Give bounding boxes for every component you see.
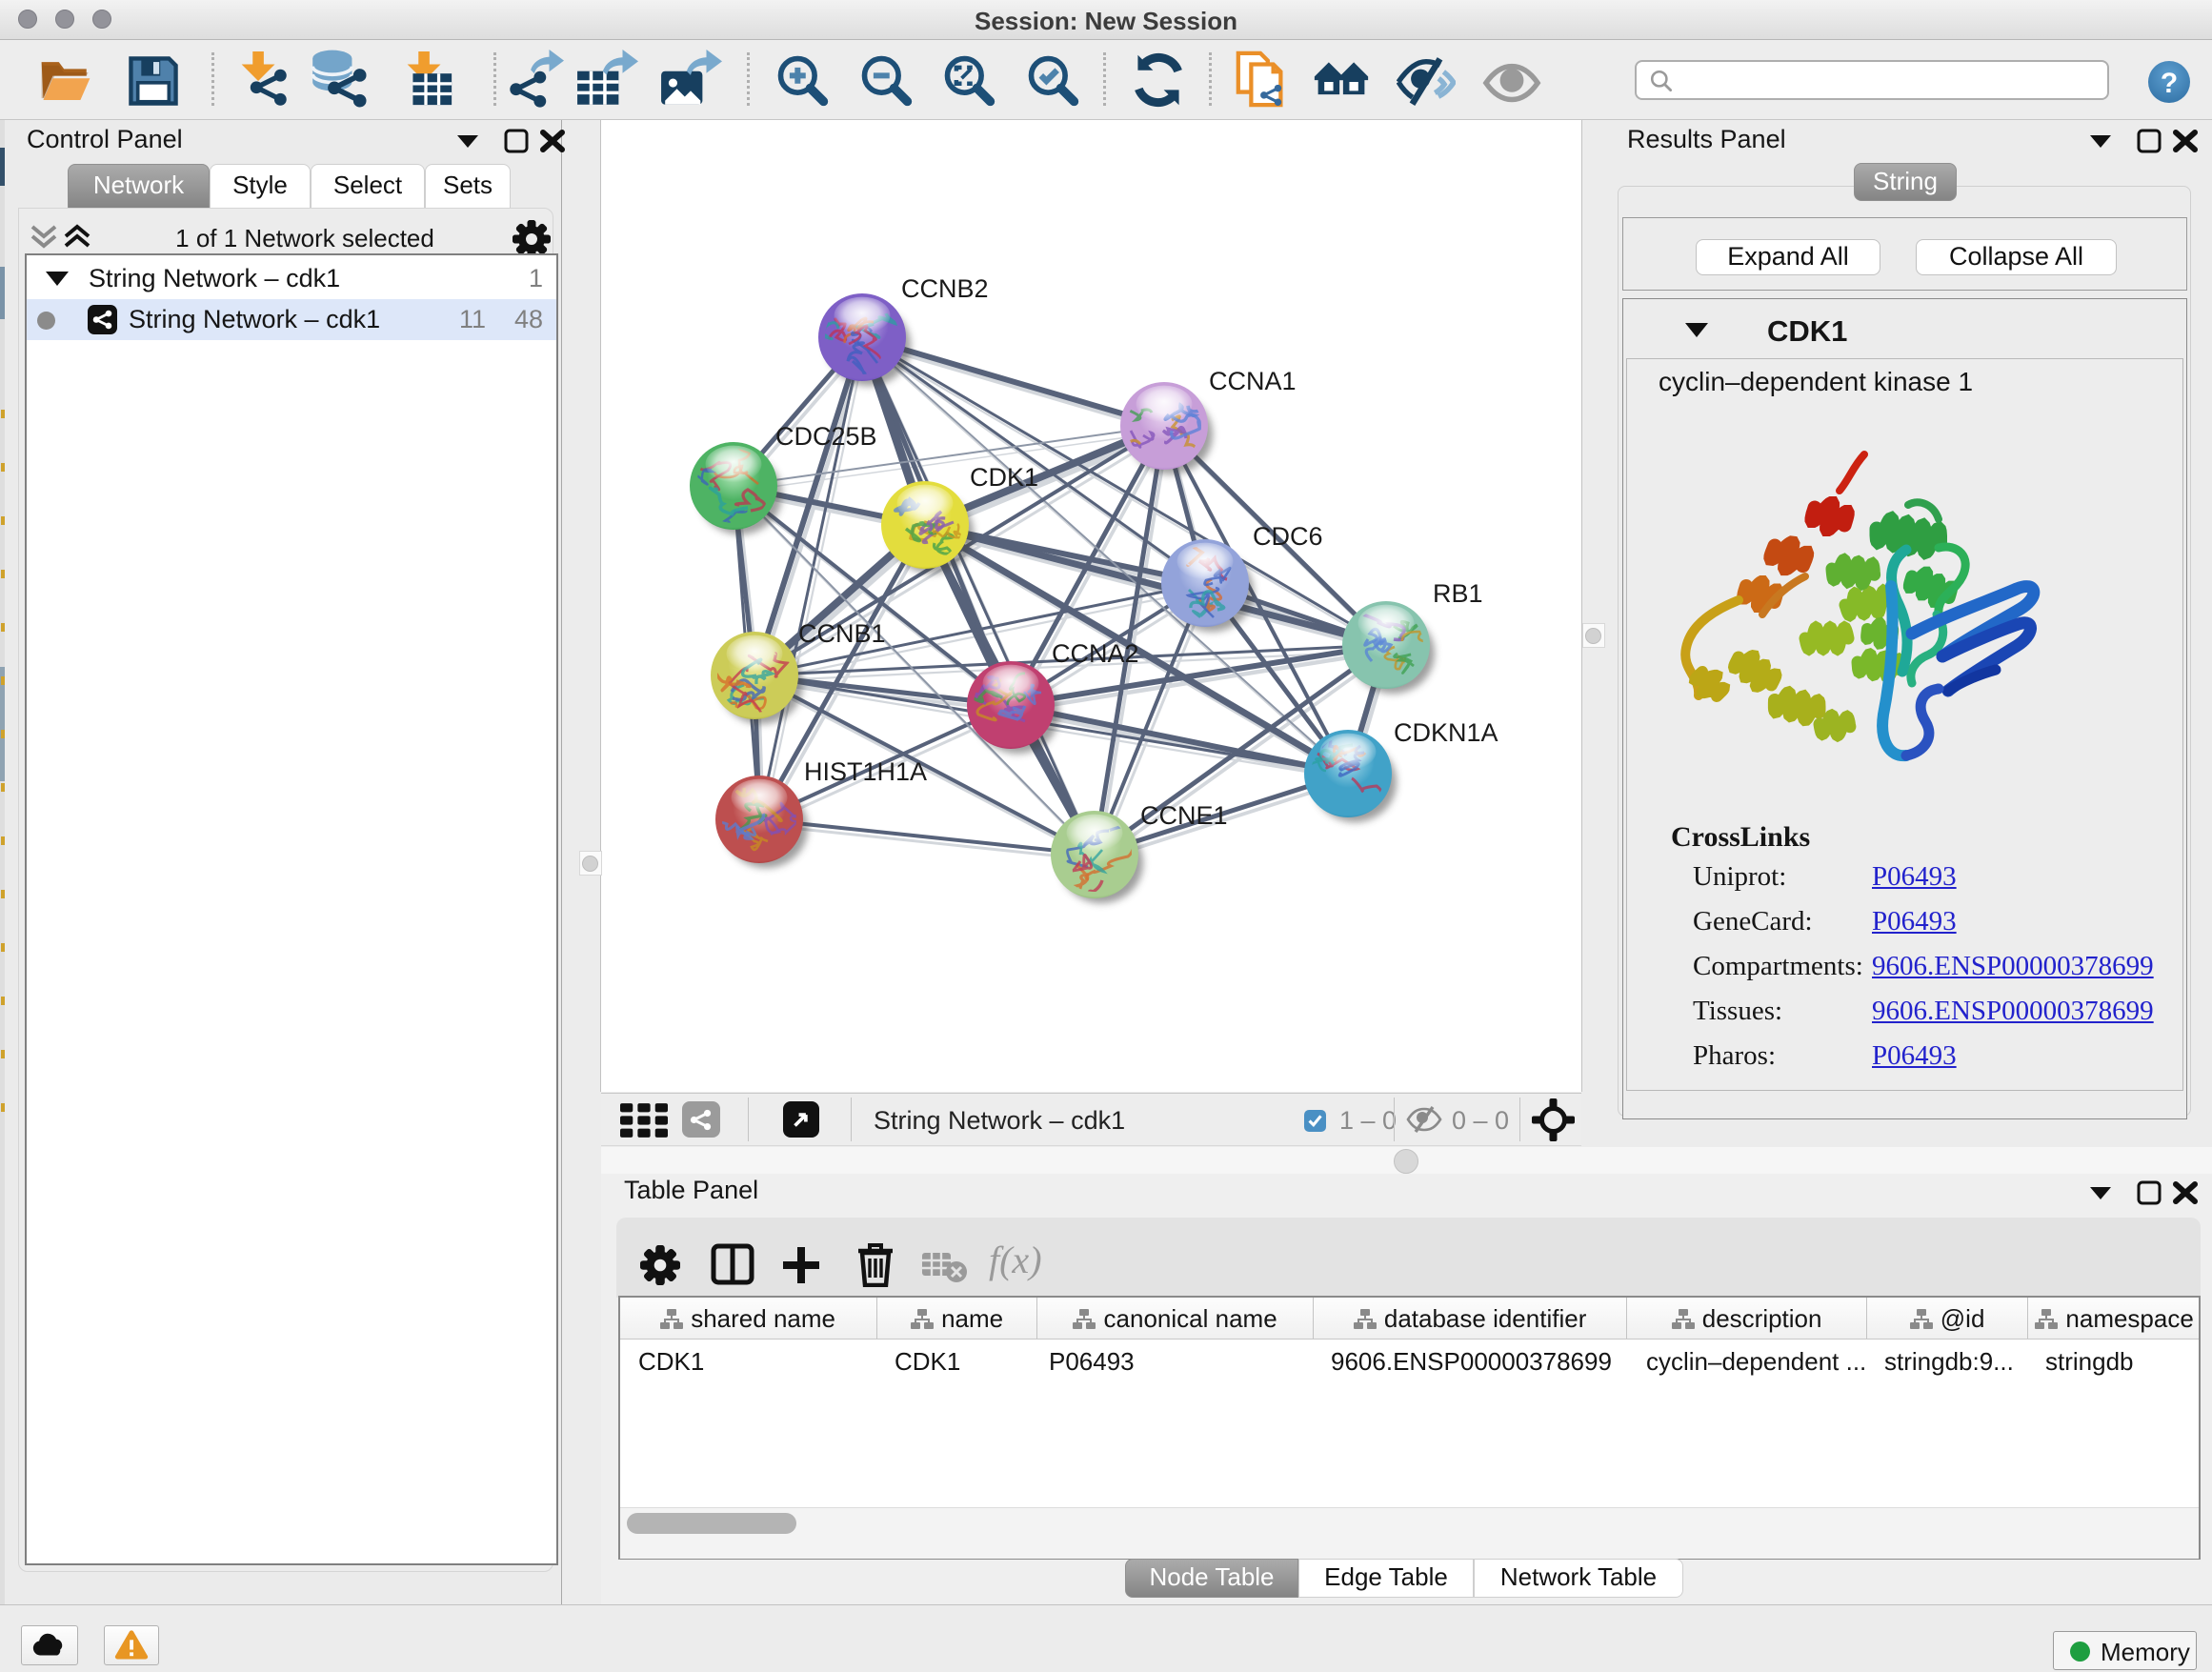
- svg-text:CDC6: CDC6: [1253, 522, 1323, 551]
- svg-text:CCNA1: CCNA1: [1209, 367, 1297, 395]
- svg-text:CDK1: CDK1: [970, 463, 1038, 492]
- svg-text:CCNA2: CCNA2: [1052, 639, 1139, 668]
- svg-text:CCNB2: CCNB2: [901, 274, 989, 303]
- svg-text:RB1: RB1: [1433, 579, 1483, 608]
- svg-text:CDC25B: CDC25B: [775, 422, 877, 451]
- svg-text:CDKN1A: CDKN1A: [1394, 718, 1498, 747]
- svg-text:CCNE1: CCNE1: [1140, 801, 1228, 830]
- svg-text:CCNB1: CCNB1: [798, 619, 886, 648]
- svg-text:HIST1H1A: HIST1H1A: [804, 757, 927, 786]
